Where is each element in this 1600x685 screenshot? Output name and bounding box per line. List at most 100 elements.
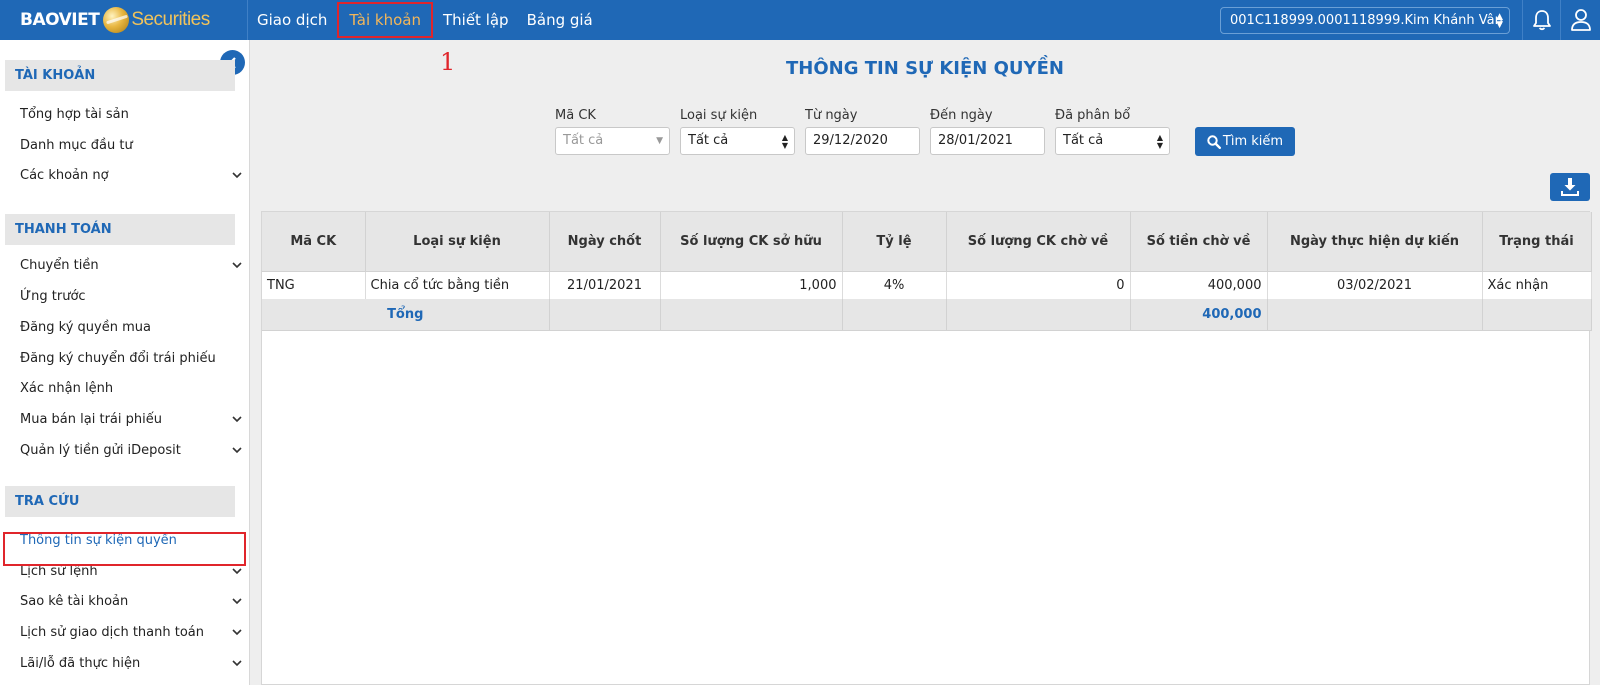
search-button[interactable]: Tìm kiếm bbox=[1195, 127, 1295, 156]
column-header-loai-su-kien[interactable]: Loại sự kiện bbox=[365, 212, 550, 272]
annotation-highlight-box bbox=[3, 532, 246, 566]
chevron-down-icon bbox=[232, 590, 242, 614]
sidebar-item-dang-ky-chuyen-doi-trai-phieu[interactable]: Đăng ký chuyển đổi trái phiếu bbox=[20, 347, 246, 371]
filter-ma-ck-select[interactable]: Tất cả ▼ bbox=[555, 127, 670, 155]
sidebar-item-label: Lịch sử giao dịch thanh toán bbox=[20, 625, 204, 640]
sidebar-item-quan-ly-tien-gui[interactable]: Quản lý tiền gửi iDeposit bbox=[20, 439, 246, 463]
table-row[interactable]: TNG Chia cổ tức bằng tiền 21/01/2021 1,0… bbox=[262, 271, 1592, 299]
filter-label-da-phan-bo: Đã phân bổ bbox=[1055, 108, 1131, 123]
sidebar-item-tong-hop-tai-san[interactable]: Tổng hợp tài sản bbox=[20, 103, 246, 127]
column-header-so-luong-ck-so-huu[interactable]: Số lượng CK sở hữu bbox=[660, 212, 843, 272]
total-empty-cell bbox=[842, 299, 947, 331]
download-button[interactable] bbox=[1550, 173, 1590, 201]
sidebar-item-danh-muc-dau-tu[interactable]: Danh mục đầu tư bbox=[20, 134, 246, 158]
table-total-row: Tổng 400,000 bbox=[262, 299, 1592, 331]
sidebar-item-lai-lo-da-thuc-hien[interactable]: Lãi/lỗ đã thực hiện bbox=[20, 652, 246, 676]
sidebar-item-ung-truoc[interactable]: Ứng trước bbox=[20, 285, 246, 309]
chevron-down-icon bbox=[232, 621, 242, 645]
account-select[interactable]: 001C118999.0001118999.Kim Khánh Vân ▲ ▼ bbox=[1220, 7, 1510, 34]
cell-trang-thai: Xác nhận bbox=[1482, 271, 1592, 299]
sidebar-item-label: Quản lý tiền gửi iDeposit bbox=[20, 443, 181, 458]
column-header-ngay-chot[interactable]: Ngày chốt bbox=[549, 212, 661, 272]
sidebar-item-label: Sao kê tài khoản bbox=[20, 594, 129, 609]
chevron-down-icon bbox=[232, 652, 242, 676]
total-empty-cell bbox=[660, 299, 843, 331]
sidebar-item-chuyen-tien[interactable]: Chuyển tiền bbox=[20, 254, 246, 278]
section-thanh-toan: THANH TOÁN bbox=[5, 214, 235, 245]
user-icon bbox=[1570, 9, 1591, 31]
page-title: THÔNG TIN SỰ KIỆN QUYỀN bbox=[786, 58, 1064, 79]
sidebar: TÀI KHOẢN Tổng hợp tài sản Danh mục đầu … bbox=[0, 40, 250, 685]
chevron-down-icon bbox=[232, 164, 242, 188]
sidebar-item-dang-ky-quyen-mua[interactable]: Đăng ký quyền mua bbox=[20, 316, 246, 340]
sidebar-item-mua-ban-lai-trai-phieu[interactable]: Mua bán lại trái phiếu bbox=[20, 408, 246, 432]
cell-loai-su-kien: Chia cổ tức bằng tiền bbox=[365, 271, 550, 299]
globe-logo-icon bbox=[103, 7, 130, 33]
user-button[interactable] bbox=[1560, 0, 1600, 40]
download-icon bbox=[1561, 178, 1579, 196]
cell-so-tien-cho-ve: 400,000 bbox=[1130, 271, 1268, 299]
cell-so-luong-ck-so-huu: 1,000 bbox=[660, 271, 843, 299]
sidebar-item-label: Đăng ký chuyển đổi trái phiếu bbox=[20, 351, 216, 366]
top-navbar: BAOVIET Securities Giao dịch Tài khoản T… bbox=[0, 0, 1600, 40]
total-empty-cell bbox=[1267, 299, 1483, 331]
chevron-down-icon bbox=[232, 439, 242, 463]
sidebar-item-lich-su-giao-dich-thanh-toan[interactable]: Lịch sử giao dịch thanh toán bbox=[20, 621, 246, 645]
cell-so-luong-ck-cho-ve: 0 bbox=[946, 271, 1131, 299]
sidebar-item-label: Danh mục đầu tư bbox=[20, 138, 133, 153]
total-label: Tổng bbox=[262, 299, 550, 331]
filter-loai-su-kien-select[interactable]: Tất cả ▲ ▼ bbox=[680, 127, 795, 155]
sort-arrows-icon: ▲ ▼ bbox=[1156, 133, 1163, 150]
sidebar-item-label: Chuyển tiền bbox=[20, 258, 99, 273]
column-header-ty-le[interactable]: Tỷ lệ bbox=[842, 212, 947, 272]
filter-label-loai-su-kien: Loại sự kiện bbox=[680, 108, 758, 123]
filter-da-phan-bo-select[interactable]: Tất cả ▲ ▼ bbox=[1055, 127, 1170, 155]
sidebar-item-label: Xác nhận lệnh bbox=[20, 381, 114, 396]
filter-label-ma-ck: Mã CK bbox=[555, 108, 596, 123]
nav-bang-gia[interactable]: Bảng giá bbox=[518, 0, 602, 40]
column-header-ma-ck[interactable]: Mã CK bbox=[262, 212, 366, 272]
sidebar-item-label: Lãi/lỗ đã thực hiện bbox=[20, 656, 141, 671]
account-select-value: 001C118999.0001118999.Kim Khánh Vân bbox=[1230, 13, 1503, 28]
filter-ma-ck-value: Tất cả bbox=[563, 133, 604, 148]
nav-tai-khoan[interactable]: Tài khoản bbox=[336, 1, 434, 39]
brand-name: BAOVIET bbox=[20, 10, 100, 30]
total-empty-cell bbox=[946, 299, 1131, 331]
chevron-down-icon bbox=[232, 254, 242, 278]
filter-den-ngay-input[interactable]: 28/01/2021 bbox=[930, 127, 1045, 155]
main-nav: Giao dịch Tài khoản Thiết lập Bảng giá bbox=[248, 0, 602, 40]
nav-thiet-lap[interactable]: Thiết lập bbox=[434, 0, 518, 40]
search-button-label: Tìm kiếm bbox=[1222, 134, 1284, 149]
sidebar-item-label: Các khoản nợ bbox=[20, 168, 109, 183]
chevron-down-icon bbox=[232, 408, 242, 432]
sort-arrows-icon: ▲ ▼ bbox=[1496, 12, 1503, 30]
brand-subname: Securities bbox=[131, 9, 210, 30]
filter-label-tu-ngay: Từ ngày bbox=[805, 108, 858, 123]
sidebar-item-xac-nhan-lenh[interactable]: Xác nhận lệnh bbox=[20, 377, 246, 401]
filter-tu-ngay-input[interactable]: 29/12/2020 bbox=[805, 127, 920, 155]
column-header-ngay-thuc-hien-du-kien[interactable]: Ngày thực hiện dự kiến bbox=[1267, 212, 1483, 272]
cell-ma-ck: TNG bbox=[262, 271, 366, 299]
brand-logo[interactable]: BAOVIET Securities bbox=[0, 0, 248, 40]
sort-arrows-icon: ▲ ▼ bbox=[781, 133, 788, 150]
events-table: Mã CK Loại sự kiện Ngày chốt Số lượng CK… bbox=[261, 211, 1592, 685]
notification-button[interactable] bbox=[1522, 0, 1560, 40]
filter-label-den-ngay: Đến ngày bbox=[930, 108, 993, 123]
column-header-trang-thai[interactable]: Trạng thái bbox=[1482, 212, 1592, 272]
sidebar-item-label: Ứng trước bbox=[20, 289, 86, 304]
nav-giao-dich[interactable]: Giao dịch bbox=[248, 0, 336, 40]
sidebar-item-label: Tổng hợp tài sản bbox=[20, 107, 129, 122]
sidebar-item-sao-ke-tai-khoan[interactable]: Sao kê tài khoản bbox=[20, 590, 246, 614]
column-header-so-tien-cho-ve[interactable]: Số tiền chờ về bbox=[1130, 212, 1268, 272]
sidebar-item-cac-khoan-no[interactable]: Các khoản nợ bbox=[20, 164, 246, 188]
bell-icon bbox=[1532, 10, 1551, 31]
filter-loai-su-kien-value: Tất cả bbox=[688, 133, 729, 148]
total-amount: 400,000 bbox=[1130, 299, 1268, 331]
section-tai-khoan: TÀI KHOẢN bbox=[5, 60, 235, 91]
cell-ngay-thuc-hien-du-kien: 03/02/2021 bbox=[1267, 271, 1483, 299]
total-empty-cell bbox=[549, 299, 661, 331]
section-tra-cuu: TRA CỨU bbox=[5, 486, 235, 517]
table-header-row: Mã CK Loại sự kiện Ngày chốt Số lượng CK… bbox=[262, 212, 1592, 272]
sidebar-item-label: Đăng ký quyền mua bbox=[20, 320, 151, 335]
column-header-so-luong-ck-cho-ve[interactable]: Số lượng CK chờ về bbox=[946, 212, 1131, 272]
